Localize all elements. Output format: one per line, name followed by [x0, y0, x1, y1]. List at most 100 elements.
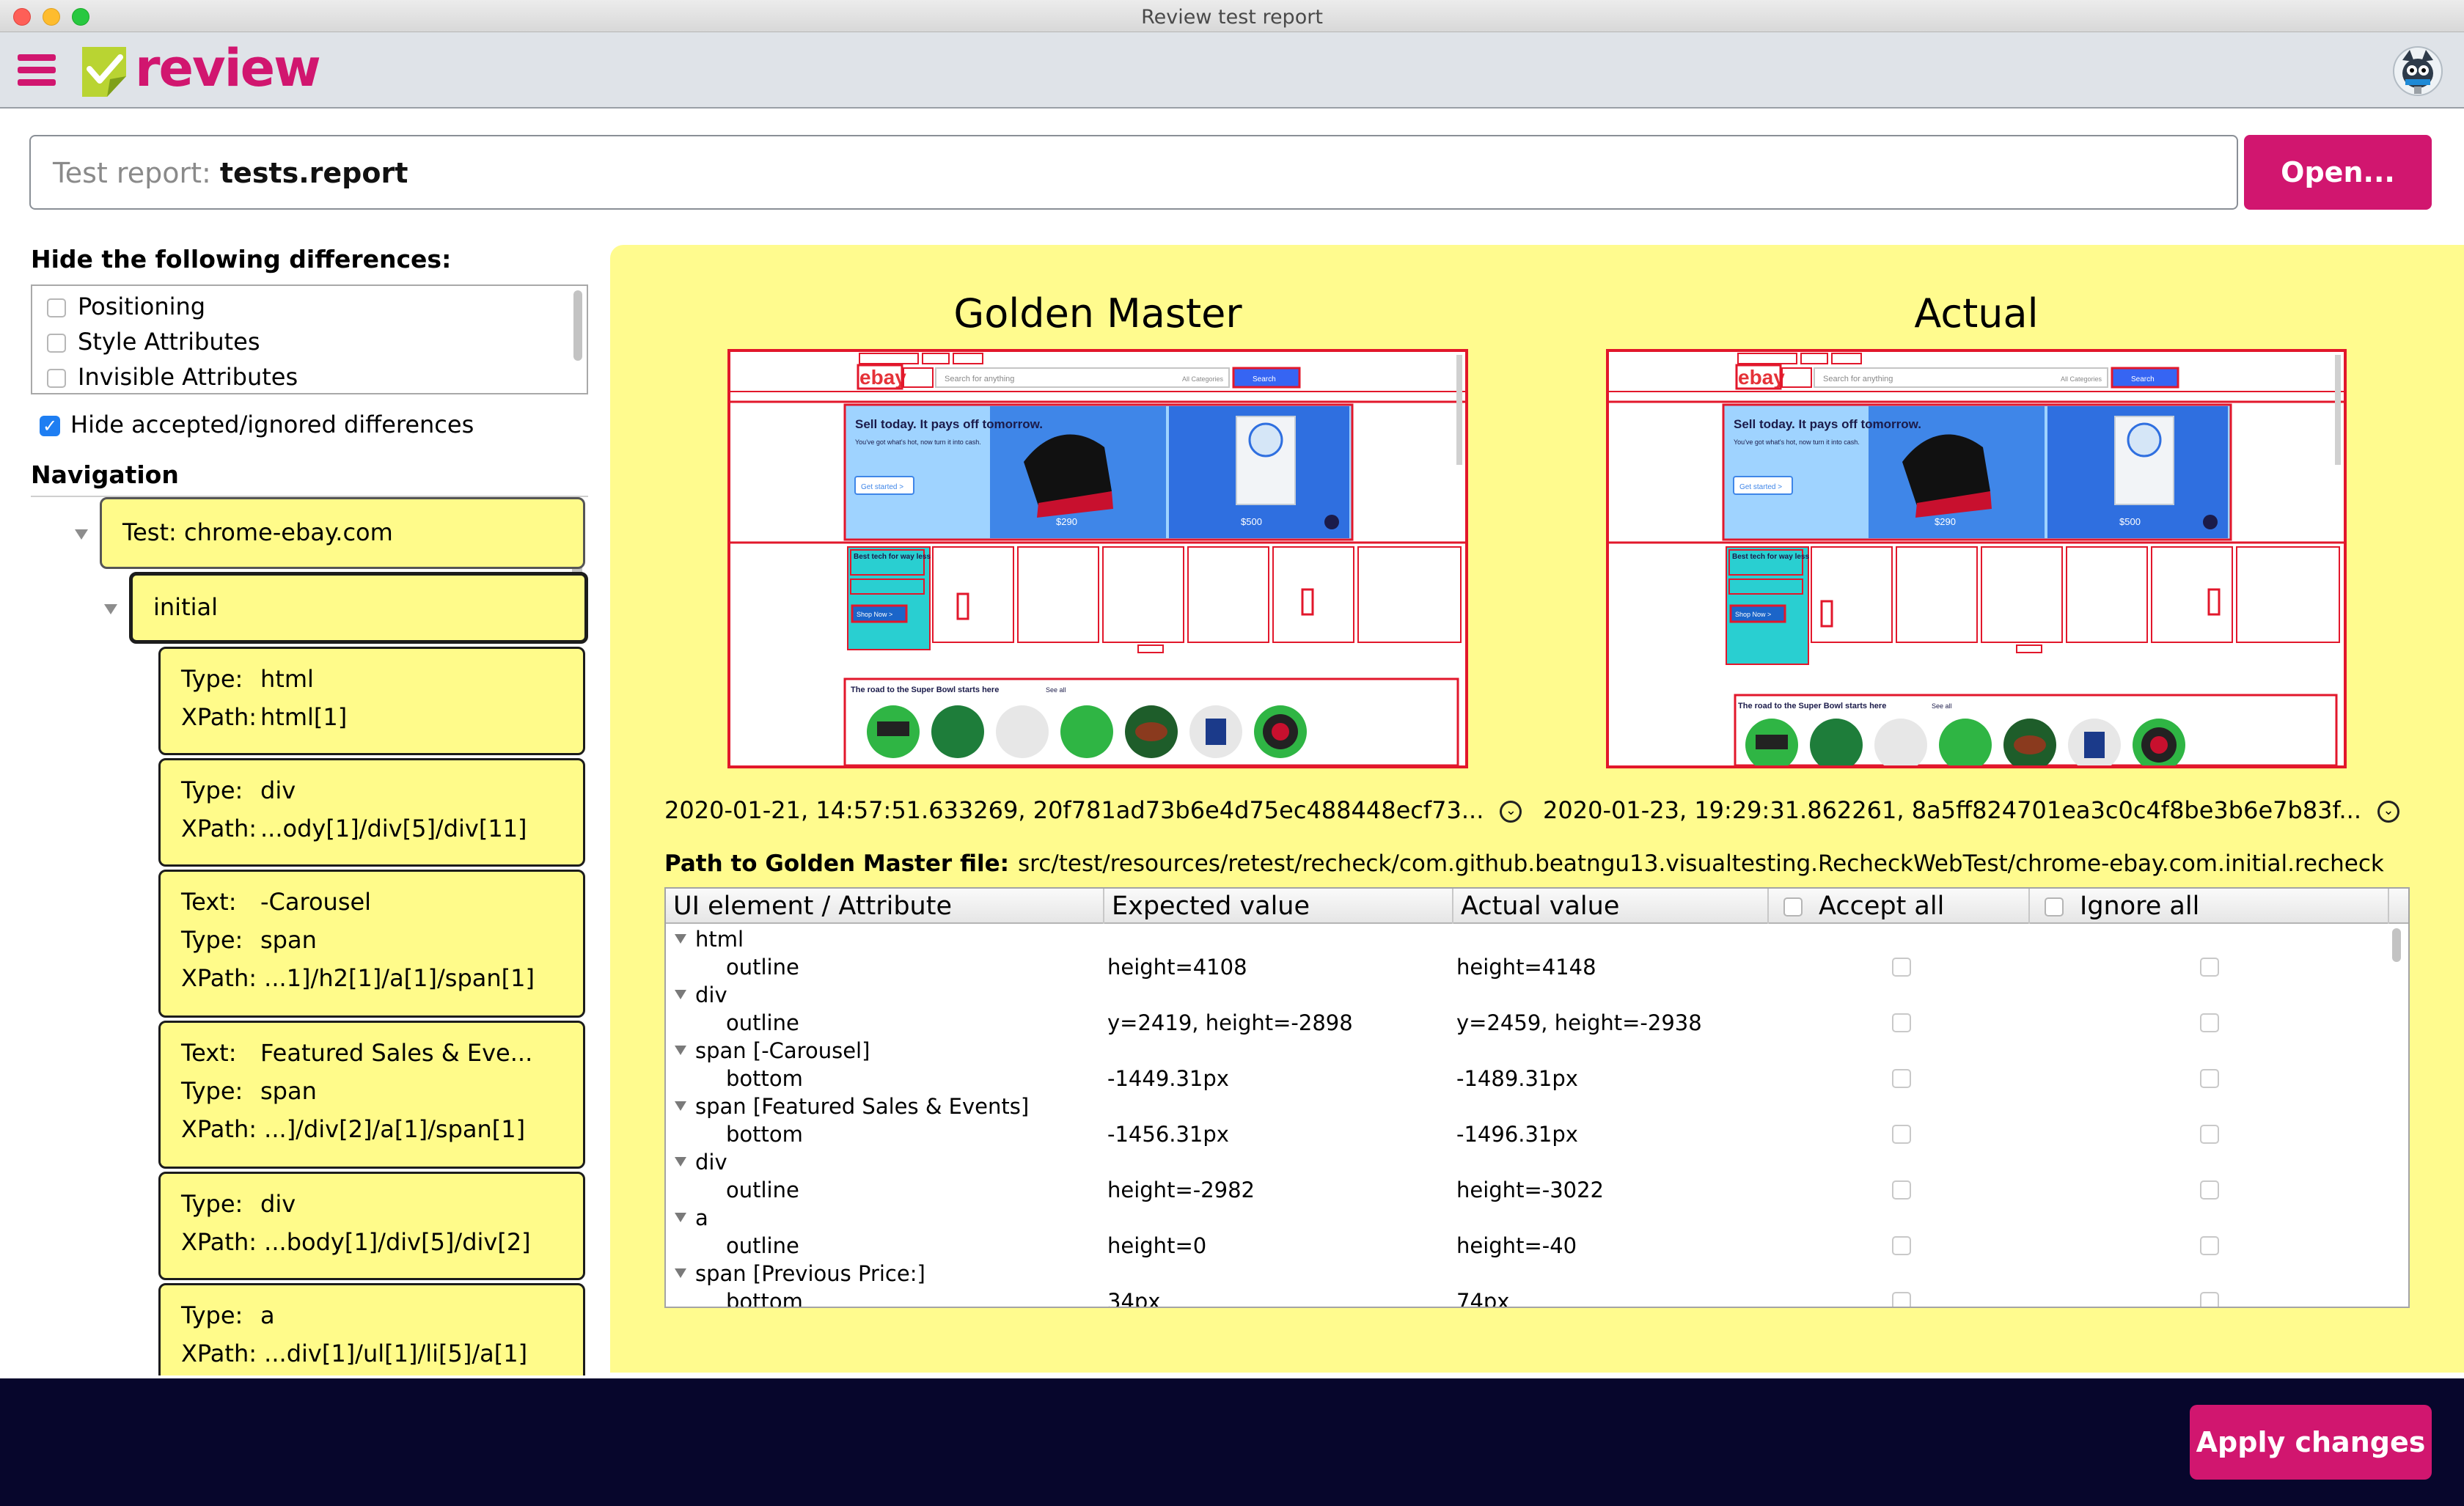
- test-report-field[interactable]: Test report: tests.report: [29, 135, 2238, 210]
- ignore-checkbox[interactable]: [2200, 1292, 2219, 1307]
- table-row[interactable]: bottom -1449.31px -1489.31px: [666, 1065, 2389, 1092]
- test-report-value: tests.report: [219, 157, 408, 189]
- svg-text:Best tech for way less: Best tech for way less: [854, 553, 931, 561]
- attribute-label: bottom: [726, 1289, 803, 1308]
- differences-table[interactable]: UI element / Attribute Expected value Ac…: [664, 887, 2410, 1308]
- user-avatar-icon[interactable]: [2392, 45, 2443, 97]
- accept-checkbox[interactable]: [1892, 1292, 1911, 1307]
- svg-text:Shop Now >: Shop Now >: [1735, 611, 1771, 618]
- actual-title: Actual: [1914, 290, 2039, 337]
- svg-text:The road to the Super Bowl sta: The road to the Super Bowl starts here: [1738, 702, 1886, 710]
- ignore-all-header[interactable]: Ignore all: [2030, 889, 2389, 924]
- table-row[interactable]: outline height=4108 height=4148: [666, 953, 2389, 981]
- actual-screenshot[interactable]: ebay Search for anything All Categories …: [1606, 349, 2347, 768]
- accept-all-checkbox[interactable]: [1783, 897, 1803, 917]
- expand-triangle-icon[interactable]: [675, 1101, 686, 1111]
- navigation-title: Navigation: [31, 460, 179, 489]
- chevron-down-icon[interactable]: ⌄: [1500, 801, 1522, 823]
- accept-checkbox[interactable]: [1892, 1125, 1911, 1144]
- golden-master-screenshot[interactable]: ebay Search for anything All Categories …: [727, 349, 1468, 768]
- expand-triangle-icon[interactable]: [675, 990, 686, 999]
- checkbox-checked-icon[interactable]: ✓: [40, 416, 60, 436]
- ignore-checkbox[interactable]: [2200, 1236, 2219, 1255]
- accept-checkbox[interactable]: [1892, 1236, 1911, 1255]
- expand-triangle-icon[interactable]: [104, 604, 117, 614]
- checkbox-icon[interactable]: [47, 334, 66, 353]
- nav-element-node[interactable]: Type: a XPath: ...div[1]/ul[1]/li[5]/a[1]: [158, 1283, 585, 1375]
- table-row[interactable]: outline height=0 height=-40: [666, 1232, 2389, 1260]
- table-group-row[interactable]: div: [666, 1148, 2389, 1176]
- svg-text:Search: Search: [1253, 375, 1276, 383]
- svg-text:$500: $500: [2119, 516, 2141, 527]
- svg-text:Best tech for way less: Best tech for way less: [1732, 553, 1809, 561]
- svg-text:ebay: ebay: [1738, 366, 1785, 389]
- screenshot-illustration: ebay Search for anything All Categories …: [1609, 352, 2344, 765]
- nav-element-node[interactable]: Text: Featured Sales & Eve... Type: span X…: [158, 1021, 585, 1169]
- ignore-checkbox[interactable]: [2200, 1069, 2219, 1088]
- ignore-all-checkbox[interactable]: [2045, 897, 2064, 917]
- nav-element-node[interactable]: Type: div XPath: ...ody[1]/div[5]/div[11]: [158, 758, 585, 867]
- expand-triangle-icon[interactable]: [675, 1213, 686, 1222]
- expand-triangle-icon[interactable]: [675, 934, 686, 944]
- footer-bar: [0, 1378, 2464, 1506]
- filter-style-attributes[interactable]: Style Attributes: [47, 324, 260, 359]
- column-header-element[interactable]: UI element / Attribute: [666, 889, 1104, 924]
- nav-node-test[interactable]: Test: chrome-ebay.com: [100, 497, 585, 569]
- element-label: a: [695, 1205, 708, 1230]
- ignore-checkbox[interactable]: [2200, 958, 2219, 977]
- test-report-label: Test report:: [53, 157, 211, 189]
- chevron-down-icon[interactable]: ⌄: [2377, 801, 2399, 823]
- actual-value: y=2459, height=-2938: [1456, 1010, 1702, 1035]
- table-row[interactable]: outline y=2419, height=-2898 y=2459, heigh…: [666, 1009, 2389, 1037]
- expand-triangle-icon[interactable]: [675, 1157, 686, 1167]
- nav-element-node[interactable]: Type: html XPath: html[1]: [158, 647, 585, 755]
- expand-triangle-icon[interactable]: [675, 1268, 686, 1278]
- golden-master-meta: 2020-01-21, 14:57:51.633269, 20f781ad73b…: [664, 796, 1522, 824]
- accept-checkbox[interactable]: [1892, 1013, 1911, 1032]
- accept-checkbox[interactable]: [1892, 958, 1911, 977]
- checkbox-icon[interactable]: [47, 369, 66, 388]
- column-header-actual[interactable]: Actual value: [1453, 889, 1769, 924]
- table-group-row[interactable]: a: [666, 1204, 2389, 1232]
- expand-triangle-icon[interactable]: [675, 1046, 686, 1055]
- navigation-tree[interactable]: Test: chrome-ebay.com initial Type: html …: [31, 496, 588, 1375]
- table-row[interactable]: bottom -1456.31px -1496.31px: [666, 1120, 2389, 1148]
- table-row[interactable]: outline height=-2982 height=-3022: [666, 1176, 2389, 1204]
- nav-node-state[interactable]: initial: [129, 572, 588, 644]
- nav-element-node[interactable]: Text: -Carousel Type: span XPath: ...1]/h2…: [158, 870, 585, 1018]
- svg-text:All Categories: All Categories: [1182, 375, 1224, 383]
- accept-all-header[interactable]: Accept all: [1769, 889, 2030, 924]
- actual-value: height=4148: [1456, 955, 1596, 980]
- actual-value: 74px: [1456, 1289, 1510, 1308]
- open-button[interactable]: Open...: [2244, 135, 2432, 210]
- ignore-checkbox[interactable]: [2200, 1180, 2219, 1200]
- filter-invisible-attributes[interactable]: Invisible Attributes: [47, 359, 298, 394]
- expected-value: -1456.31px: [1107, 1122, 1229, 1147]
- hide-differences-list[interactable]: Positioning Style Attributes Invisible A…: [31, 284, 588, 394]
- filter-positioning[interactable]: Positioning: [47, 289, 205, 324]
- table-group-row[interactable]: html: [666, 925, 2389, 953]
- svg-text:Sell today. It pays off tomorr: Sell today. It pays off tomorrow.: [1734, 417, 1921, 431]
- table-row[interactable]: bottom 34px 74px: [666, 1288, 2389, 1308]
- table-scrollbar[interactable]: [2392, 928, 2401, 962]
- expand-triangle-icon[interactable]: [75, 529, 88, 540]
- nav-element-node[interactable]: Type: div XPath: ...body[1]/div[5]/div[2]: [158, 1172, 585, 1280]
- accept-checkbox[interactable]: [1892, 1180, 1911, 1200]
- checkbox-icon[interactable]: [47, 298, 66, 317]
- apply-changes-button[interactable]: Apply changes: [2190, 1405, 2432, 1480]
- accept-checkbox[interactable]: [1892, 1069, 1911, 1088]
- element-label: div: [695, 982, 727, 1007]
- table-group-row[interactable]: span [-Carousel]: [666, 1037, 2389, 1065]
- table-group-row[interactable]: div: [666, 981, 2389, 1009]
- attribute-label: bottom: [726, 1122, 803, 1147]
- app-header: review: [0, 32, 2464, 109]
- hide-accepted-toggle[interactable]: ✓ Hide accepted/ignored differences: [40, 411, 474, 438]
- filter-list-scrollbar[interactable]: [573, 290, 582, 361]
- table-group-row[interactable]: span [Previous Price:]: [666, 1260, 2389, 1288]
- table-group-row[interactable]: span [Featured Sales & Events]: [666, 1092, 2389, 1120]
- ignore-checkbox[interactable]: [2200, 1125, 2219, 1144]
- hamburger-menu-icon[interactable]: [18, 54, 56, 87]
- ignore-checkbox[interactable]: [2200, 1013, 2219, 1032]
- element-label: html: [695, 927, 744, 952]
- column-header-expected[interactable]: Expected value: [1104, 889, 1453, 924]
